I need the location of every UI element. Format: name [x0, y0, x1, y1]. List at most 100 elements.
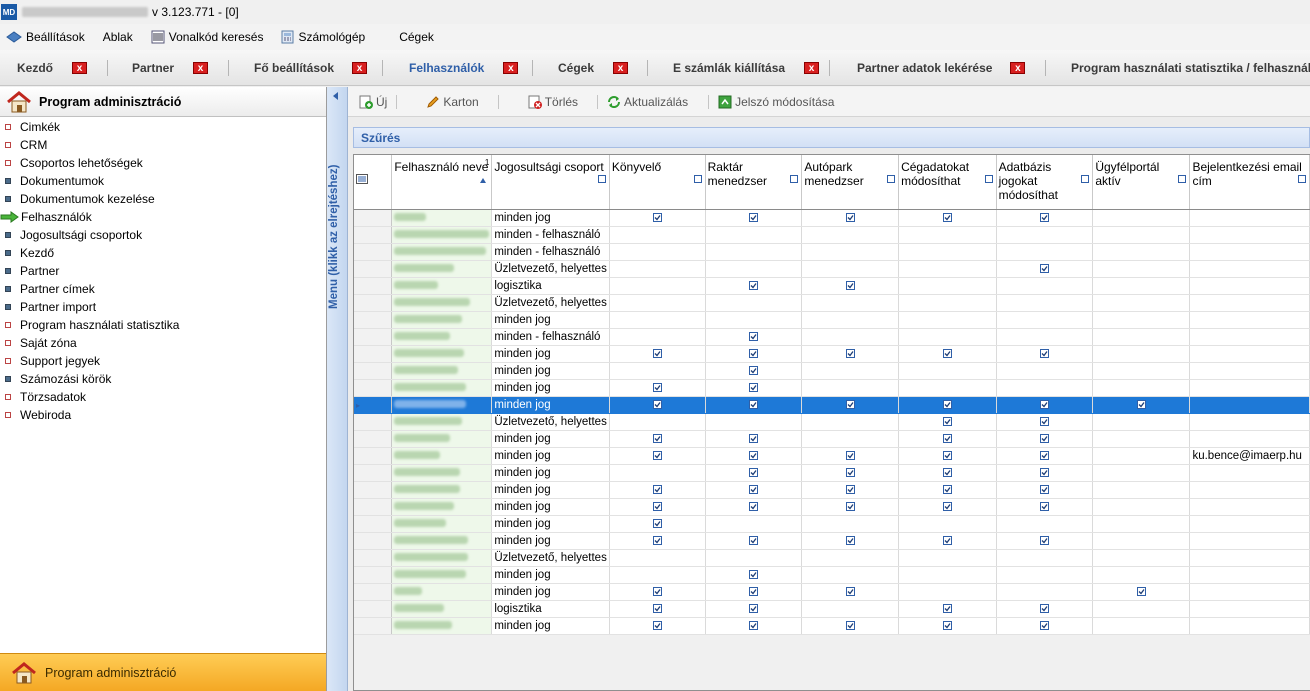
flag-cell[interactable]	[1092, 447, 1191, 465]
flag-cell[interactable]	[801, 498, 900, 516]
flag-cell[interactable]	[898, 566, 997, 584]
delete-button[interactable]: Törlés	[528, 91, 578, 113]
tab-kezdo[interactable]: Kezdő x	[17, 58, 87, 78]
column-header-fleet-manager[interactable]: Autópark menedzser	[801, 155, 900, 210]
username-cell[interactable]	[391, 532, 493, 550]
flag-cell[interactable]	[801, 396, 900, 414]
sidebar-item[interactable]: Saját zóna	[0, 334, 326, 352]
flag-cell[interactable]	[609, 345, 706, 363]
flag-cell[interactable]	[1092, 260, 1191, 278]
flag-cell[interactable]	[898, 413, 997, 431]
permission-group-cell[interactable]: minden jog	[491, 566, 610, 584]
flag-cell[interactable]	[1092, 600, 1191, 618]
table-row[interactable]: minden jog ku.bence@imaerp.hu	[354, 447, 1310, 465]
flag-cell[interactable]	[801, 617, 900, 635]
flag-cell[interactable]	[1092, 277, 1191, 295]
flag-cell[interactable]	[1092, 583, 1191, 601]
permission-group-cell[interactable]: minden jog	[491, 464, 610, 482]
username-cell[interactable]	[391, 617, 493, 635]
column-filter-icon[interactable]	[790, 175, 799, 183]
login-email-cell[interactable]	[1189, 549, 1310, 567]
flag-cell[interactable]	[801, 311, 900, 329]
login-email-cell[interactable]	[1189, 209, 1310, 227]
row-selector-header[interactable]	[354, 155, 393, 210]
permission-group-cell[interactable]: Üzletvezető, helyettes	[491, 413, 610, 431]
username-cell[interactable]	[391, 209, 493, 227]
flag-cell[interactable]	[609, 311, 706, 329]
flag-cell[interactable]	[996, 396, 1094, 414]
sidebar-item[interactable]: CRM	[0, 136, 326, 154]
flag-cell[interactable]	[609, 515, 706, 533]
permission-group-cell[interactable]: minden jog	[491, 209, 610, 227]
flag-cell[interactable]	[705, 430, 803, 448]
table-row[interactable]: minden - felhasználó	[354, 328, 1310, 346]
flag-cell[interactable]	[801, 583, 900, 601]
flag-cell[interactable]	[705, 328, 803, 346]
login-email-cell[interactable]	[1189, 498, 1310, 516]
login-email-cell[interactable]	[1189, 481, 1310, 499]
new-button[interactable]: Új	[359, 91, 387, 113]
sidebar-item[interactable]: Webiroda	[0, 406, 326, 424]
tab-partner-data-query[interactable]: Partner adatok lekérése x	[857, 58, 1026, 78]
flag-cell[interactable]	[705, 396, 803, 414]
flag-cell[interactable]	[1092, 311, 1191, 329]
flag-cell[interactable]	[1092, 481, 1191, 499]
login-email-cell[interactable]	[1189, 600, 1310, 618]
sidebar-item[interactable]: Partner	[0, 262, 326, 280]
flag-cell[interactable]	[705, 464, 803, 482]
username-cell[interactable]	[391, 498, 493, 516]
tab-close-icon[interactable]: x	[804, 62, 820, 74]
flag-cell[interactable]	[1092, 464, 1191, 482]
flag-cell[interactable]	[801, 549, 900, 567]
column-filter-icon[interactable]	[984, 175, 993, 183]
permission-group-cell[interactable]: minden jog	[491, 447, 610, 465]
table-row[interactable]: ▸ minden jog	[354, 396, 1310, 414]
flag-cell[interactable]	[898, 209, 997, 227]
row-selector-cell[interactable]	[354, 260, 393, 278]
flag-cell[interactable]	[609, 243, 706, 261]
table-row[interactable]: minden jog	[354, 498, 1310, 516]
flag-cell[interactable]	[898, 362, 997, 380]
username-cell[interactable]	[391, 277, 493, 295]
username-cell[interactable]	[391, 226, 493, 244]
permission-group-cell[interactable]: minden - felhasználó	[491, 328, 610, 346]
row-selector-cell[interactable]	[354, 447, 393, 465]
flag-cell[interactable]	[705, 447, 803, 465]
row-selector-cell[interactable]	[354, 515, 393, 533]
flag-cell[interactable]	[898, 379, 997, 397]
flag-cell[interactable]	[705, 515, 803, 533]
flag-cell[interactable]	[705, 226, 803, 244]
flag-cell[interactable]	[898, 396, 997, 414]
row-selector-cell[interactable]	[354, 294, 393, 312]
login-email-cell[interactable]	[1189, 396, 1310, 414]
login-email-cell[interactable]	[1189, 430, 1310, 448]
permission-group-cell[interactable]: minden jog	[491, 379, 610, 397]
flag-cell[interactable]	[801, 566, 900, 584]
column-header-username[interactable]: Felhasználó neve 1	[391, 155, 493, 210]
tab-close-icon[interactable]: x	[613, 62, 629, 74]
username-cell[interactable]	[391, 566, 493, 584]
flag-cell[interactable]	[1092, 498, 1191, 516]
flag-cell[interactable]	[898, 328, 997, 346]
login-email-cell[interactable]	[1189, 328, 1310, 346]
username-cell[interactable]	[391, 294, 493, 312]
column-filter-icon[interactable]	[693, 175, 702, 183]
flag-cell[interactable]	[705, 362, 803, 380]
column-header-accountant[interactable]: Könyvelő	[609, 155, 706, 210]
menu-barcode-search[interactable]: Vonalkód keresés	[151, 30, 263, 44]
tab-close-icon[interactable]: x	[352, 62, 368, 74]
table-row[interactable]: Üzletvezető, helyettes	[354, 260, 1310, 278]
flag-cell[interactable]	[801, 481, 900, 499]
flag-cell[interactable]	[609, 600, 706, 618]
flag-cell[interactable]	[1092, 345, 1191, 363]
sidebar-item[interactable]: Felhasználók	[0, 208, 326, 226]
flag-cell[interactable]	[609, 617, 706, 635]
login-email-cell[interactable]	[1189, 515, 1310, 533]
flag-cell[interactable]	[705, 600, 803, 618]
column-filter-icon[interactable]	[597, 175, 606, 183]
flag-cell[interactable]	[705, 617, 803, 635]
flag-cell[interactable]	[705, 277, 803, 295]
tab-close-icon[interactable]: x	[72, 62, 87, 74]
row-selector-cell[interactable]	[354, 566, 393, 584]
menu-window[interactable]: Ablak	[103, 30, 133, 44]
